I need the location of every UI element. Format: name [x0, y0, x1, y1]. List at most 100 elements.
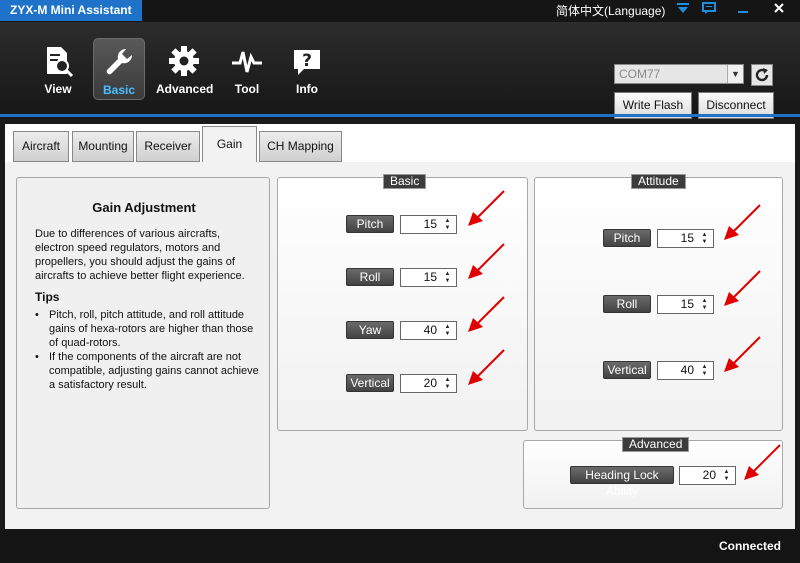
tip-item: If the components of the aircraft are no…	[35, 350, 260, 392]
gain-label: Roll	[603, 295, 651, 313]
red-arrow-icon	[468, 190, 505, 226]
title-bar: ZYX-M Mini Assistant 简体中文(Language)	[0, 0, 800, 22]
minimize-icon[interactable]	[734, 2, 752, 18]
attitude-roll-row: Roll 15 ▲ ▼	[603, 295, 718, 315]
spinbox-value: 15	[423, 270, 437, 284]
advanced-group-title: Advanced	[622, 437, 690, 452]
basic-group-title: Basic	[383, 174, 427, 189]
info-title: Gain Adjustment	[92, 200, 196, 215]
spinbox-value: 40	[680, 363, 694, 377]
spinbox-value: 20	[702, 468, 716, 482]
spin-down-icon[interactable]: ▼	[443, 277, 452, 285]
attitude-group-title: Attitude	[631, 174, 686, 189]
toolbar-tool-label: Tool	[234, 82, 260, 96]
tab-ch-mapping[interactable]: CH Mapping	[259, 131, 342, 162]
tips-title: Tips	[35, 290, 60, 304]
spinbox-value: 15	[680, 231, 694, 245]
basic-pitch-spinbox[interactable]: 15 ▲ ▼	[400, 215, 457, 234]
gain-label: Heading Lock Ability	[570, 466, 674, 498]
heading-lock-row: Heading Lock Ability 20 ▲ ▼	[570, 466, 740, 498]
close-icon[interactable]	[770, 2, 788, 18]
gain-label: Roll	[346, 268, 394, 286]
content-area: Aircraft Mounting Receiver Gain CH Mappi…	[5, 124, 795, 529]
basic-vertical-spinbox[interactable]: 20 ▲ ▼	[400, 374, 457, 393]
red-arrow-icon	[468, 349, 505, 385]
toolbar-advanced-label: Advanced	[156, 82, 214, 96]
spinbox-value: 15	[423, 217, 437, 231]
red-arrow-icon	[744, 444, 781, 480]
basic-roll-spinbox[interactable]: 15 ▲ ▼	[400, 268, 457, 287]
toolbar-info-label: Info	[296, 82, 318, 96]
toolbar-view-button[interactable]: View	[32, 38, 84, 100]
red-arrow-icon	[724, 336, 761, 372]
document-search-icon	[47, 47, 74, 78]
svg-text:?: ?	[302, 51, 312, 71]
com-port-select[interactable]: COM77 ▼	[614, 64, 744, 84]
red-arrow-icon	[468, 296, 505, 332]
tab-gain[interactable]: Gain	[202, 126, 257, 162]
tab-bar: Aircraft Mounting Receiver Gain CH Mappi…	[5, 124, 795, 162]
basic-vertical-row: Vertical 20 ▲ ▼	[346, 374, 461, 394]
basic-yaw-row: Yaw 40 ▲ ▼	[346, 321, 461, 341]
attitude-gain-panel: Attitude Pitch 15 ▲ ▼ Roll 15 ▲ ▼ Vertic…	[534, 174, 783, 431]
attitude-roll-spinbox[interactable]: 15 ▲ ▼	[657, 295, 714, 314]
tab-aircraft[interactable]: Aircraft	[13, 131, 69, 162]
tip-item: Pitch, roll, pitch attitude, and roll at…	[35, 308, 260, 350]
attitude-pitch-row: Pitch 15 ▲ ▼	[603, 229, 718, 249]
toolbar-basic-button[interactable]: Basic	[93, 38, 145, 100]
status-bar: Connected	[0, 530, 800, 563]
heading-lock-spinbox[interactable]: 20 ▲ ▼	[679, 466, 736, 485]
attitude-vertical-row: Vertical 40 ▲ ▼	[603, 361, 718, 381]
advanced-gain-panel: Advanced Heading Lock Ability 20 ▲ ▼	[523, 437, 783, 509]
spin-down-icon[interactable]: ▼	[700, 370, 709, 378]
info-description: Due to differences of various aircrafts,…	[35, 228, 245, 282]
spin-down-icon[interactable]: ▼	[443, 330, 452, 338]
refresh-icon	[755, 68, 769, 82]
language-selector[interactable]: 简体中文(Language)	[556, 3, 665, 19]
gain-label: Pitch	[346, 215, 394, 233]
toolbar-divider	[0, 114, 800, 117]
spin-down-icon[interactable]: ▼	[722, 475, 731, 483]
gear-icon	[169, 46, 199, 76]
red-arrow-icon	[468, 243, 505, 279]
toolbar-basic-label: Basic	[102, 83, 136, 97]
gain-label: Pitch	[603, 229, 651, 247]
app-title: ZYX-M Mini Assistant	[0, 0, 142, 21]
toolbar-view-label: View	[44, 82, 72, 96]
com-port-value: COM77	[619, 67, 661, 81]
gain-label: Vertical	[346, 374, 394, 392]
spinbox-value: 15	[680, 297, 694, 311]
toolbar-advanced-button[interactable]: Advanced	[156, 38, 214, 100]
tab-mounting[interactable]: Mounting	[72, 131, 134, 162]
basic-roll-row: Roll 15 ▲ ▼	[346, 268, 461, 288]
spin-down-icon[interactable]: ▼	[700, 238, 709, 246]
wrench-icon	[106, 48, 133, 75]
spin-down-icon[interactable]: ▼	[443, 383, 452, 391]
red-arrow-icon	[724, 204, 761, 240]
spinbox-value: 40	[423, 323, 437, 337]
tips-list: Pitch, roll, pitch attitude, and roll at…	[35, 308, 260, 392]
red-arrow-icon	[724, 270, 761, 306]
gain-info-panel: Gain Adjustment Due to differences of va…	[16, 177, 270, 509]
spinbox-value: 20	[423, 376, 437, 390]
connection-status: Connected	[718, 539, 781, 553]
basic-gain-panel: Basic Pitch 15 ▲ ▼ Roll 15 ▲ ▼ Yaw 40 ▲ …	[277, 174, 528, 431]
main-toolbar: View Basic Advanced Tool ? Info COM77 ▼ …	[0, 22, 800, 119]
attitude-pitch-spinbox[interactable]: 15 ▲ ▼	[657, 229, 714, 248]
toolbar-tool-button[interactable]: Tool	[221, 38, 273, 100]
attitude-vertical-spinbox[interactable]: 40 ▲ ▼	[657, 361, 714, 380]
gain-label: Vertical	[603, 361, 651, 379]
toolbar-info-button[interactable]: ? Info	[281, 38, 333, 100]
basic-pitch-row: Pitch 15 ▲ ▼	[346, 215, 461, 235]
pulse-icon	[232, 51, 262, 73]
gain-label: Yaw	[346, 321, 394, 339]
spin-down-icon[interactable]: ▼	[443, 224, 452, 232]
feedback-icon[interactable]	[700, 2, 718, 18]
chevron-down-icon[interactable]: ▼	[727, 65, 743, 83]
refresh-button[interactable]	[751, 64, 773, 86]
tab-receiver[interactable]: Receiver	[136, 131, 200, 162]
question-bubble-icon: ?	[294, 50, 320, 75]
spin-down-icon[interactable]: ▼	[700, 304, 709, 312]
dropdown-icon[interactable]	[674, 2, 692, 18]
basic-yaw-spinbox[interactable]: 40 ▲ ▼	[400, 321, 457, 340]
